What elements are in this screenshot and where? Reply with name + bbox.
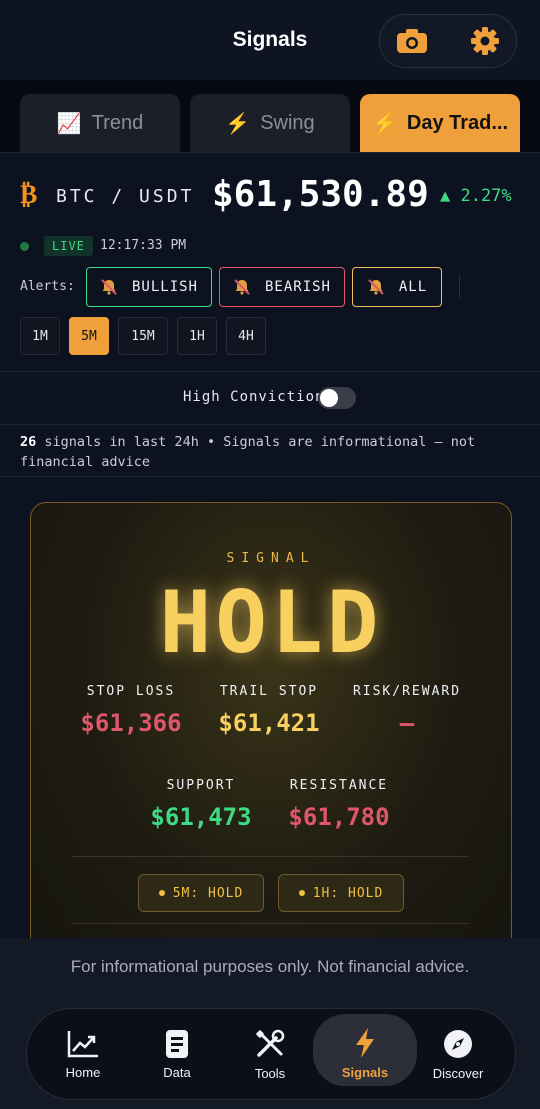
support-value: $61,473 [150,803,252,831]
chip-label: 1H: HOLD [312,885,384,901]
signal-value: HOLD [159,573,383,673]
nav-home[interactable]: Home [51,1009,115,1099]
chip-label: 5M: HOLD [172,885,244,901]
divider [0,371,540,372]
bottom-nav: Home Data Tools Signals Discover [26,1008,516,1100]
nav-signals[interactable]: Signals [313,1014,417,1086]
nav-data[interactable]: Data [145,1009,209,1099]
nav-label: Home [65,1064,101,1080]
trail-stop-label: TRAIL STOP [219,684,319,699]
header-actions [379,14,517,68]
divider [459,275,460,299]
strategy-tabs: 📈 Trend ⚡ Swing ⚡ Day Trad... [0,80,540,153]
dot-icon [158,890,165,896]
gear-icon[interactable] [469,25,503,57]
nav-label: Data [163,1064,191,1080]
timeframe-signal-chip: 1H: HOLD [278,874,404,912]
divider [0,476,540,477]
current-price: $61,530.89 [212,174,429,215]
alert-label: BEARISH [264,279,331,295]
alert-bullish-button[interactable]: BULLISH [86,267,212,307]
nav-label: Tools [254,1065,286,1081]
bell-muted-icon [234,279,250,295]
bell-muted-icon [368,279,384,295]
price-change: ▲ 2.27% [440,186,512,206]
support-label: SUPPORT [166,778,236,793]
risk-reward-label: RISK/REWARD [352,684,462,699]
signals-info: 26 signals in last 24h • Signals are inf… [20,432,520,472]
disclaimer: For informational purposes only. Not fin… [70,957,470,976]
divider [71,856,469,857]
trail-stop-value: $61,421 [218,709,320,737]
live-badge: LIVE [44,236,93,256]
nav-label: Discover [432,1065,484,1081]
ticker-row: ₿ BTC / USDT $61,530.89 ▲ 2.27% [0,172,540,220]
bell-muted-icon [101,279,117,295]
stop-loss-label: STOP LOSS [86,684,176,699]
signal-card: SIGNAL HOLD STOP LOSS $61,366 TRAIL STOP… [30,502,512,964]
signal-count: 26 [20,434,37,450]
tab-day-trade[interactable]: ⚡ Day Trad... [360,94,520,152]
last-update-time: 12:17:33 PM [100,238,187,253]
chart-up-icon: 📈 [56,112,82,135]
high-conviction-label: High Conviction [183,389,325,405]
alert-label: BULLISH [131,279,198,295]
trading-pair: BTC / USDT [56,186,195,207]
divider [0,424,540,425]
signal-label: SIGNAL [226,551,316,566]
timeframe-4h[interactable]: 4H [226,317,266,355]
nav-tools[interactable]: Tools [238,1009,302,1099]
camera-icon[interactable] [395,25,429,57]
live-dot-icon [20,242,29,251]
nav-discover[interactable]: Discover [423,1009,493,1099]
compass-icon [444,1029,472,1058]
high-conviction-toggle[interactable] [318,387,356,409]
divider [71,923,469,924]
timeframe-1m[interactable]: 1M [20,317,60,355]
alerts-label: Alerts: [20,279,75,294]
tab-label: Swing [260,111,315,134]
bolt-icon [356,1027,374,1058]
tab-label: Day Trad... [406,111,509,134]
timeframe-1h[interactable]: 1H [177,317,217,355]
resistance-label: RESISTANCE [289,778,389,793]
bolt-icon: ⚡ [225,112,251,135]
timeframe-15m[interactable]: 15M [118,317,168,355]
alert-label: ALL [398,279,428,295]
bolt-icon: ⚡ [371,112,397,135]
tab-label: Trend [91,111,144,134]
tools-icon [256,1029,285,1057]
timeframe-signal-chip: 5M: HOLD [138,874,264,912]
bitcoin-icon: ₿ [20,180,38,210]
timeframe-5m[interactable]: 5M [69,317,109,355]
tab-trend[interactable]: 📈 Trend [20,94,180,152]
top-header: Signals [0,0,540,80]
tab-swing[interactable]: ⚡ Swing [190,94,350,152]
alert-bearish-button[interactable]: BEARISH [219,267,345,307]
nav-label: Signals [341,1064,389,1080]
alert-all-button[interactable]: ALL [352,267,442,307]
signals-info-text: signals in last 24h • Signals are inform… [20,434,476,470]
chart-up-icon [67,1030,98,1057]
resistance-value: $61,780 [288,803,390,831]
dot-icon [298,890,305,896]
toggle-knob [320,389,338,407]
document-icon [166,1029,188,1058]
stop-loss-value: $61,366 [80,709,182,737]
risk-reward-value: — [399,709,415,737]
